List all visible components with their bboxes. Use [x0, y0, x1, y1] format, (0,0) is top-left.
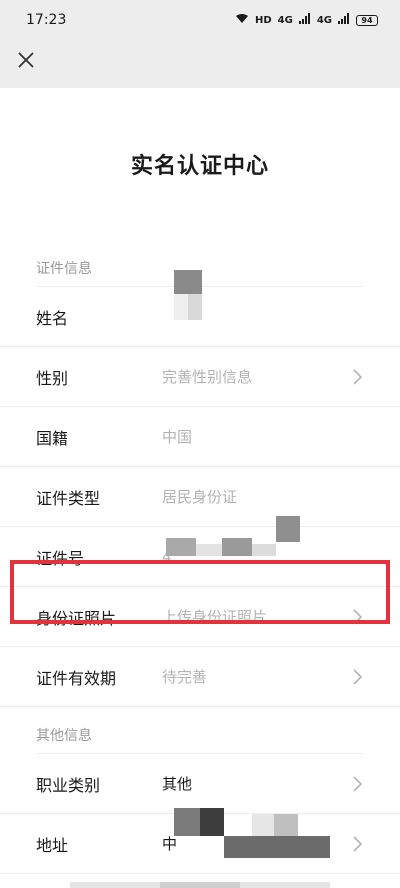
row-label: 国籍 — [36, 428, 69, 448]
occupation-value: 其他 — [162, 775, 193, 793]
validity-value: 待完善 — [162, 668, 208, 686]
battery-icon: 94 — [356, 14, 378, 26]
redacted-address — [160, 808, 330, 860]
section-header-other-info: 其他信息 — [36, 728, 92, 744]
redacted-id-number — [166, 516, 306, 556]
id-photo-value: 上传身份证照片 — [162, 608, 268, 626]
row-label: 职业类别 — [36, 775, 101, 795]
row-label: 证件号 — [36, 548, 85, 568]
row-label: 证件类型 — [36, 488, 101, 508]
bottom-strip — [0, 882, 400, 888]
status-time: 17:23 — [26, 12, 67, 28]
row-occupation[interactable]: 职业类别 其他 — [0, 754, 400, 814]
signal-4g-1: 4G — [277, 14, 293, 26]
nav-bar — [0, 40, 400, 88]
chevron-right-icon — [350, 774, 364, 794]
id-type-value: 居民身份证 — [162, 488, 238, 506]
row-id-photo[interactable]: 身份证照片 上传身份证照片 — [0, 587, 400, 647]
status-bar: 17:23 HD 4G 4G 94 — [0, 0, 400, 40]
signal-4g-2: 4G — [316, 14, 332, 26]
row-gender[interactable]: 性别 完善性别信息 — [0, 347, 400, 407]
chevron-right-icon — [350, 367, 364, 387]
close-icon — [17, 51, 35, 73]
chevron-right-icon — [350, 667, 364, 687]
nationality-value: 中国 — [162, 428, 193, 446]
signal-bars-icon-2 — [338, 13, 350, 27]
row-label: 证件有效期 — [36, 668, 117, 688]
chevron-right-icon — [350, 607, 364, 627]
chevron-right-icon — [350, 834, 364, 854]
hd-label: HD — [254, 14, 272, 26]
row-validity[interactable]: 证件有效期 待完善 — [0, 647, 400, 707]
close-button[interactable] — [10, 46, 42, 78]
page-title: 实名认证中心 — [130, 154, 269, 179]
row-label: 性别 — [36, 368, 69, 388]
gender-value: 完善性别信息 — [162, 368, 253, 386]
row-label: 地址 — [36, 835, 69, 855]
row-nationality: 国籍 中国 — [0, 407, 400, 467]
row-label: 姓名 — [36, 308, 69, 328]
status-icons: HD 4G 4G 94 — [235, 13, 378, 27]
row-label: 身份证照片 — [36, 608, 117, 628]
signal-bars-icon — [298, 13, 311, 27]
content: 实名认证中心 证件信息 姓名 性别 完善性别信息 国籍 中国 证件类型 居民身份… — [0, 88, 400, 874]
redacted-name — [174, 270, 202, 320]
wifi-icon — [235, 13, 249, 27]
